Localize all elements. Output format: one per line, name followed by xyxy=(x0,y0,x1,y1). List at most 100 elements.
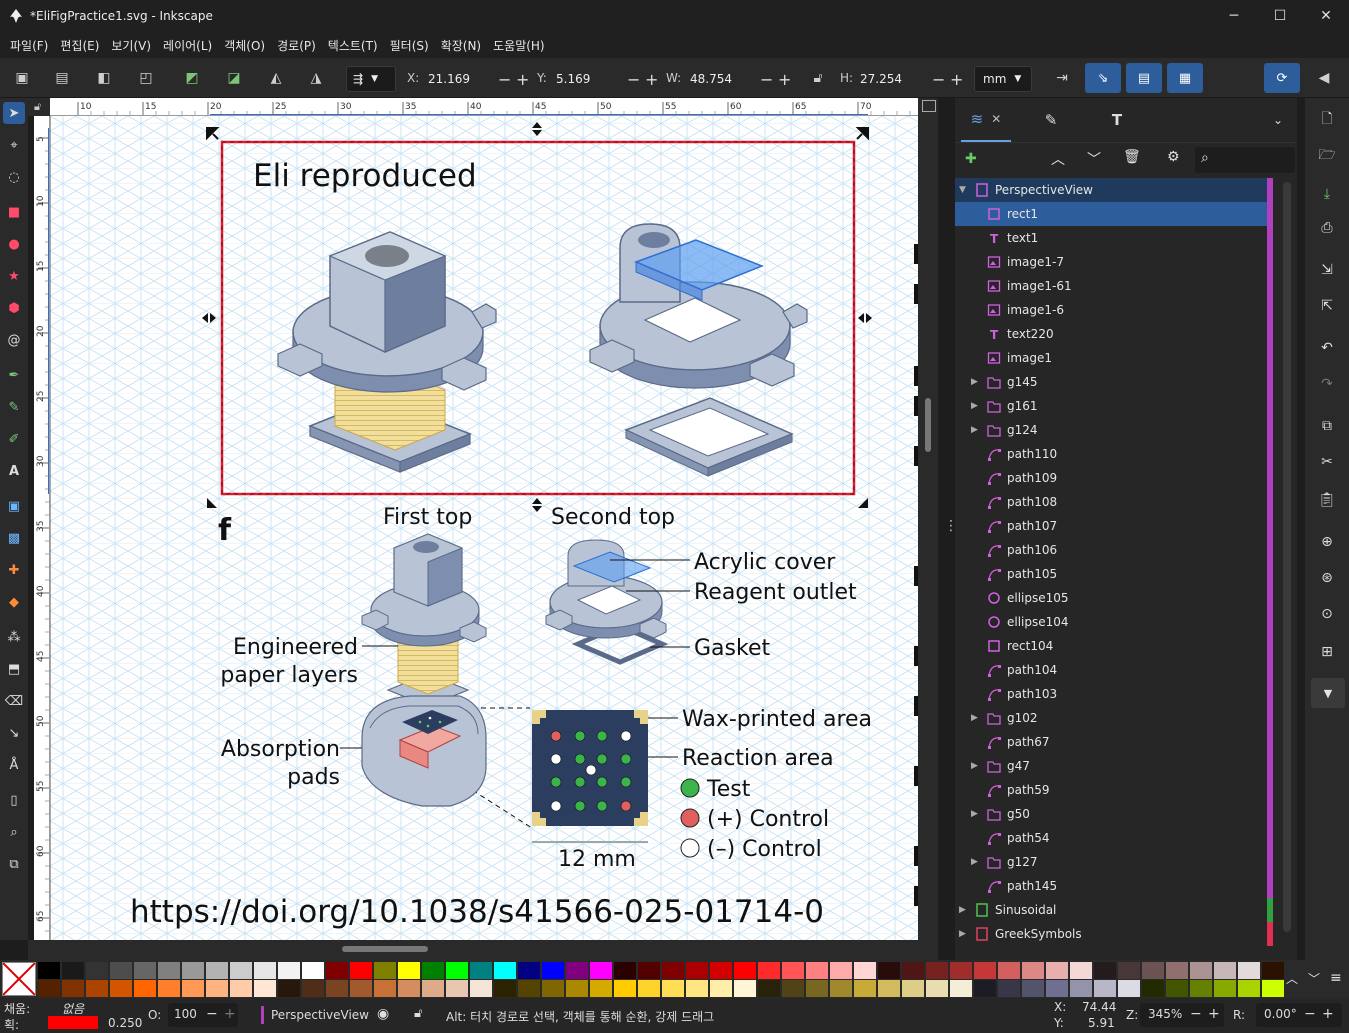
layer-color-stripe[interactable] xyxy=(1267,802,1273,826)
color-swatch[interactable] xyxy=(1142,962,1164,979)
expand-right-icon[interactable]: ▶ xyxy=(971,401,978,411)
color-swatch[interactable] xyxy=(398,980,420,997)
chevron-left-icon[interactable]: ◀ xyxy=(1312,66,1336,90)
lower-icon[interactable]: ﹀ xyxy=(1087,149,1101,169)
layer-color-stripe[interactable] xyxy=(1267,730,1273,754)
absorption-label[interactable]: Absorption xyxy=(221,737,340,762)
tab-menu[interactable]: ⌄ xyxy=(1263,98,1293,142)
tab-close-icon[interactable]: ✕ xyxy=(991,112,1001,126)
flip-horizontal-icon[interactable]: ◭ xyxy=(264,66,288,90)
h-plus-button[interactable]: + xyxy=(950,70,963,89)
color-swatch[interactable] xyxy=(998,980,1020,997)
paint-bucket-tool-icon[interactable]: ◆ xyxy=(3,591,25,613)
zoom-plus-button[interactable]: + xyxy=(1208,1006,1220,1022)
layer-row-path145[interactable]: path145 xyxy=(955,874,1273,898)
stroke-swatch[interactable] xyxy=(48,1016,98,1029)
save-icon[interactable]: ⤓ xyxy=(1315,182,1339,206)
color-swatch[interactable] xyxy=(326,962,348,979)
gasket-label[interactable]: Gasket xyxy=(694,636,770,661)
layer-row-g124[interactable]: ▶ g124 xyxy=(955,418,1273,442)
first-top-label[interactable]: First top xyxy=(383,505,472,530)
color-swatch[interactable] xyxy=(686,980,708,997)
zoom-drawing-icon[interactable]: ⊛ xyxy=(1315,566,1339,590)
drawing[interactable]: Eli reproduced f First top Second top Ac… xyxy=(50,116,918,940)
layer-color-stripe[interactable] xyxy=(1267,634,1273,658)
raise-icon[interactable]: ︿ xyxy=(1051,149,1065,169)
measure-tool-icon[interactable]: Å xyxy=(3,754,25,776)
lock-icon[interactable]: 🔓︎ xyxy=(414,1006,422,1021)
layer-color-stripe[interactable] xyxy=(1267,322,1273,346)
legend-test-label[interactable]: Test xyxy=(706,777,751,802)
layer-color-stripe[interactable] xyxy=(1267,562,1273,586)
delete-icon[interactable]: 🗑︎ xyxy=(1123,149,1141,165)
color-swatch[interactable] xyxy=(1070,980,1092,997)
layer-row-path107[interactable]: path107 xyxy=(955,514,1273,538)
layer-row-g127[interactable]: ▶ g127 xyxy=(955,850,1273,874)
lock-icon[interactable]: 🔓︎ xyxy=(806,66,830,90)
opacity-minus-button[interactable]: − xyxy=(206,1006,218,1022)
new-document-icon[interactable]: 🗋︎ xyxy=(1315,108,1339,132)
color-swatch[interactable] xyxy=(614,980,636,997)
color-swatch[interactable] xyxy=(854,962,876,979)
expand-right-icon[interactable]: ▶ xyxy=(959,905,966,915)
scale-label[interactable]: 12 mm xyxy=(558,847,636,872)
menu-view[interactable]: 보기(V) xyxy=(105,37,157,54)
w-minus-button[interactable]: − xyxy=(760,70,773,89)
layer-row-ellipse104[interactable]: ellipse104 xyxy=(955,610,1273,634)
layers-scrollbar[interactable] xyxy=(1283,182,1291,932)
no-paint-swatch[interactable] xyxy=(2,962,36,996)
layer-row-path67[interactable]: path67 xyxy=(955,730,1273,754)
3d-box-tool-icon[interactable]: ⬢ xyxy=(3,297,25,319)
reaction-area-label[interactable]: Reaction area xyxy=(682,746,834,771)
color-swatch[interactable] xyxy=(854,980,876,997)
layer-color-stripe[interactable] xyxy=(1267,778,1273,802)
y-plus-button[interactable]: + xyxy=(645,70,658,89)
color-swatch[interactable] xyxy=(878,962,900,979)
connector-tool-icon[interactable]: ↘ xyxy=(3,722,25,744)
paste-icon[interactable]: 📋︎ xyxy=(1315,488,1339,512)
add-layer-icon[interactable]: ✚ xyxy=(965,151,977,167)
color-swatch[interactable] xyxy=(206,962,228,979)
layer-color-stripe[interactable] xyxy=(1267,826,1273,850)
eye-icon[interactable]: ◉ xyxy=(377,1006,389,1022)
display-mode-icon[interactable] xyxy=(922,100,936,112)
color-swatch[interactable] xyxy=(710,962,732,979)
unit-select[interactable]: mm ▼ xyxy=(974,66,1032,92)
layer-color-stripe[interactable] xyxy=(1267,850,1273,874)
second-top-label[interactable]: Second top xyxy=(551,505,675,530)
color-swatch[interactable] xyxy=(950,980,972,997)
pencil-tool-icon[interactable]: ✎ xyxy=(3,396,25,418)
print-icon[interactable]: ⎙ xyxy=(1315,216,1339,240)
layer-row-path103[interactable]: path103 xyxy=(955,682,1273,706)
color-swatch[interactable] xyxy=(206,980,228,997)
color-swatch[interactable] xyxy=(590,962,612,979)
gradient-tool-icon[interactable]: ▣ xyxy=(3,495,25,517)
layer-color-stripe[interactable] xyxy=(1267,706,1273,730)
more-commands-button[interactable]: ▼ xyxy=(1311,678,1345,708)
color-swatch[interactable] xyxy=(254,962,276,979)
canvas[interactable]: Eli reproduced f First top Second top Ac… xyxy=(50,116,918,940)
palette-menu-icon[interactable]: ≡ xyxy=(1330,970,1342,986)
color-swatch[interactable] xyxy=(182,962,204,979)
selector-tool-icon[interactable]: ➤ xyxy=(3,102,25,124)
color-swatch[interactable] xyxy=(1190,980,1212,997)
layer-color-stripe[interactable] xyxy=(1267,586,1273,610)
shape-builder-icon[interactable]: ⬒ xyxy=(3,658,25,680)
rotation-minus-button[interactable]: − xyxy=(1304,1006,1316,1022)
menu-path[interactable]: 경로(P) xyxy=(271,37,322,54)
layer-row-rect104[interactable]: rect104 xyxy=(955,634,1273,658)
color-swatch[interactable] xyxy=(806,962,828,979)
color-swatch[interactable] xyxy=(374,980,396,997)
color-swatch[interactable] xyxy=(86,980,108,997)
layer-color-stripe[interactable] xyxy=(1267,922,1273,946)
color-swatch[interactable] xyxy=(734,962,756,979)
layer-row-text220[interactable]: Ttext220 xyxy=(955,322,1273,346)
color-swatch[interactable] xyxy=(830,962,852,979)
layer-row-PerspectiveView[interactable]: ▼ PerspectiveView xyxy=(955,178,1273,202)
color-swatch[interactable] xyxy=(446,980,468,997)
undo-icon[interactable]: ↶ xyxy=(1315,336,1339,360)
eraser-tool-icon[interactable]: ⌫ xyxy=(3,690,25,712)
layer-row-g145[interactable]: ▶ g145 xyxy=(955,370,1273,394)
select-all-layers-icon[interactable]: ▤ xyxy=(50,66,74,90)
color-swatch[interactable] xyxy=(1046,962,1068,979)
